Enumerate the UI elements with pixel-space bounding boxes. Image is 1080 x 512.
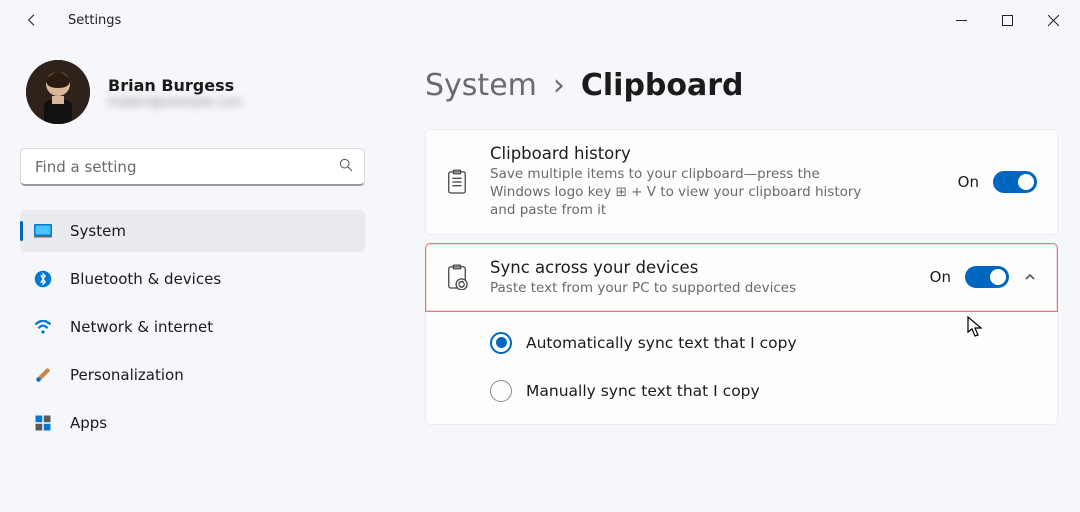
card-clipboard-history: Clipboard history Save multiple items to… <box>425 129 1058 235</box>
profile-email: hidden@example.com <box>108 95 242 109</box>
clipboard-icon <box>446 169 468 195</box>
clipboard-history-toggle[interactable] <box>993 171 1037 193</box>
sidebar-item-system[interactable]: System <box>20 210 365 252</box>
page-title: Clipboard <box>581 68 744 103</box>
chevron-right-icon: › <box>553 68 565 103</box>
card-title: Sync across your devices <box>490 258 908 277</box>
maximize-button[interactable] <box>984 4 1030 36</box>
window-title: Settings <box>68 13 121 28</box>
apps-icon <box>34 414 52 432</box>
wifi-icon <box>34 318 52 336</box>
sidebar-item-label: System <box>70 222 126 240</box>
card-title: Clipboard history <box>490 144 936 163</box>
toggle-state-label: On <box>930 268 951 286</box>
content-pane: System › Clipboard Clipboard history Sav… <box>385 40 1080 512</box>
sidebar-item-label: Personalization <box>70 366 184 384</box>
window-controls <box>938 4 1076 36</box>
search-input[interactable] <box>35 158 338 176</box>
breadcrumb: System › Clipboard <box>425 68 1058 103</box>
system-icon <box>34 222 52 240</box>
toggle-state-label: On <box>958 173 979 191</box>
breadcrumb-parent[interactable]: System <box>425 68 537 103</box>
search-box[interactable] <box>20 148 365 186</box>
card-sync-devices: Sync across your devices Paste text from… <box>425 243 1058 312</box>
sidebar-item-label: Apps <box>70 414 107 432</box>
clipboard-sync-icon <box>446 264 468 290</box>
expand-chevron-up-icon[interactable] <box>1023 270 1037 284</box>
sidebar-item-label: Bluetooth & devices <box>70 270 221 288</box>
sidebar-item-bluetooth[interactable]: Bluetooth & devices <box>20 258 365 300</box>
sidebar-item-label: Network & internet <box>70 318 213 336</box>
card-description: Save multiple items to your clipboard—pr… <box>490 165 870 220</box>
radio-manual-sync[interactable]: Manually sync text that I copy <box>490 380 1037 402</box>
profile-name: Brian Burgess <box>108 76 242 95</box>
radio-icon <box>490 332 512 354</box>
sidebar-nav: System Bluetooth & devices Network & int… <box>20 210 365 444</box>
close-button[interactable] <box>1030 4 1076 36</box>
settings-window: Settings <box>0 0 1080 512</box>
sidebar-item-network[interactable]: Network & internet <box>20 306 365 348</box>
radio-label: Manually sync text that I copy <box>526 382 760 400</box>
search-icon <box>338 157 354 177</box>
radio-label: Automatically sync text that I copy <box>526 334 797 352</box>
radio-icon <box>490 380 512 402</box>
sidebar: Brian Burgess hidden@example.com System <box>0 40 385 512</box>
avatar <box>26 60 90 124</box>
titlebar: Settings <box>0 0 1080 40</box>
sidebar-item-personalization[interactable]: Personalization <box>20 354 365 396</box>
personalization-icon <box>34 366 52 384</box>
bluetooth-icon <box>34 270 52 288</box>
radio-auto-sync[interactable]: Automatically sync text that I copy <box>490 332 1037 354</box>
sync-options-panel: Automatically sync text that I copy Manu… <box>425 312 1058 425</box>
sync-devices-toggle[interactable] <box>965 266 1009 288</box>
back-button[interactable] <box>18 6 46 34</box>
card-description: Paste text from your PC to supported dev… <box>490 279 870 297</box>
minimize-button[interactable] <box>938 4 984 36</box>
sidebar-item-apps[interactable]: Apps <box>20 402 365 444</box>
profile-block[interactable]: Brian Burgess hidden@example.com <box>20 50 365 148</box>
